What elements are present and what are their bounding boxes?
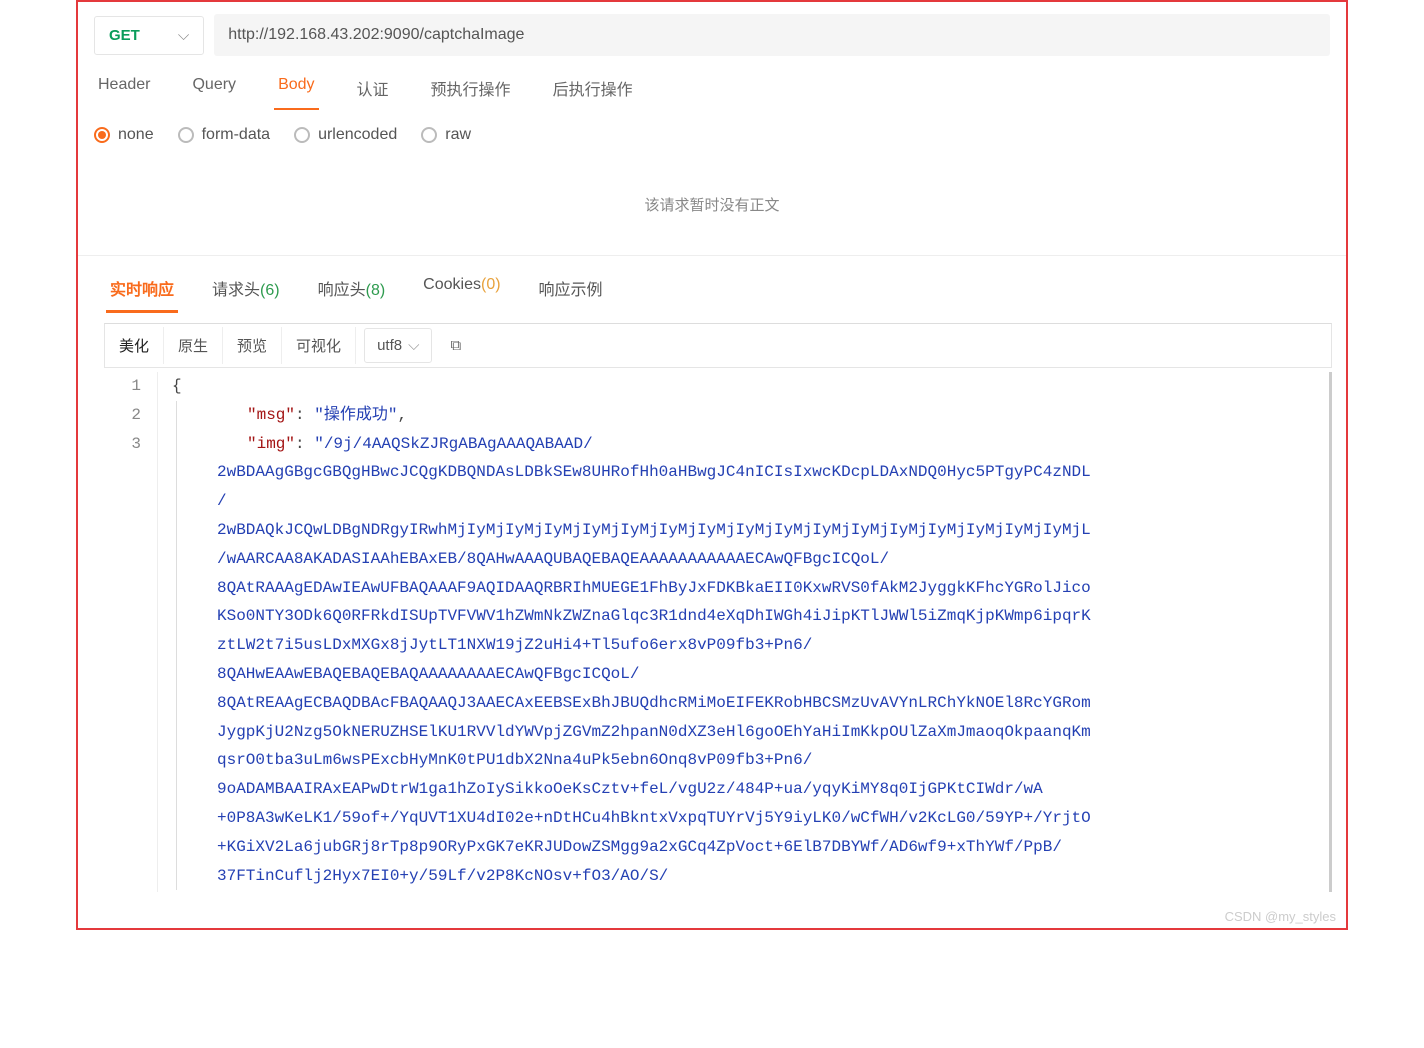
chevron-down-icon: ⌵: [178, 27, 189, 44]
tab-pre-script[interactable]: 预执行操作: [427, 76, 515, 110]
tab-request-headers[interactable]: 请求头(6): [208, 276, 284, 313]
request-tabs: Header Query Body 认证 预执行操作 后执行操作: [78, 56, 1346, 110]
body-type-radios: none form-data urlencoded raw: [78, 110, 1346, 144]
radio-urlencoded[interactable]: urlencoded: [294, 126, 397, 144]
preview-button[interactable]: 预览: [223, 327, 282, 364]
response-tabs: 实时响应 请求头(6) 响应头(8) Cookies(0) 响应示例: [78, 255, 1346, 313]
beautify-button[interactable]: 美化: [105, 327, 164, 364]
chevron-down-icon: ⌵: [408, 337, 419, 354]
tab-auth[interactable]: 认证: [353, 76, 393, 110]
tab-response-headers[interactable]: 响应头(8): [314, 276, 390, 313]
radio-dot-icon: [178, 127, 194, 143]
tab-header[interactable]: Header: [94, 76, 154, 110]
visualize-button[interactable]: 可视化: [282, 327, 356, 364]
tab-cookies[interactable]: Cookies(0): [419, 276, 504, 313]
radio-dot-icon: [294, 127, 310, 143]
tab-realtime-response[interactable]: 实时响应: [106, 276, 178, 313]
response-toolbar: 美化 原生 预览 可视化 utf8⌵ ⧉: [104, 323, 1332, 368]
radio-none[interactable]: none: [94, 126, 154, 144]
line-gutter: 123: [104, 372, 158, 892]
radio-dot-icon: [94, 127, 110, 143]
http-method-select[interactable]: GET ⌵: [94, 16, 204, 55]
radio-dot-icon: [421, 127, 437, 143]
encoding-select[interactable]: utf8⌵: [364, 328, 432, 363]
radio-form-data[interactable]: form-data: [178, 126, 270, 144]
response-body[interactable]: 123 { "msg": "操作成功", "img": "/9j/4AAQSkZ…: [104, 372, 1332, 892]
empty-body-message: 该请求暂时没有正文: [78, 144, 1346, 255]
url-input[interactable]: [214, 14, 1330, 56]
raw-button[interactable]: 原生: [164, 327, 223, 364]
tab-body[interactable]: Body: [274, 76, 318, 110]
tab-post-script[interactable]: 后执行操作: [549, 76, 637, 110]
method-label: GET: [109, 27, 140, 44]
tab-response-example[interactable]: 响应示例: [535, 276, 607, 313]
copy-icon[interactable]: ⧉: [440, 329, 471, 362]
radio-raw[interactable]: raw: [421, 126, 471, 144]
code-content: { "msg": "操作成功", "img": "/9j/4AAQSkZJRgA…: [158, 372, 1329, 892]
tab-query[interactable]: Query: [188, 76, 240, 110]
watermark: CSDN @my_styles: [1225, 909, 1336, 924]
